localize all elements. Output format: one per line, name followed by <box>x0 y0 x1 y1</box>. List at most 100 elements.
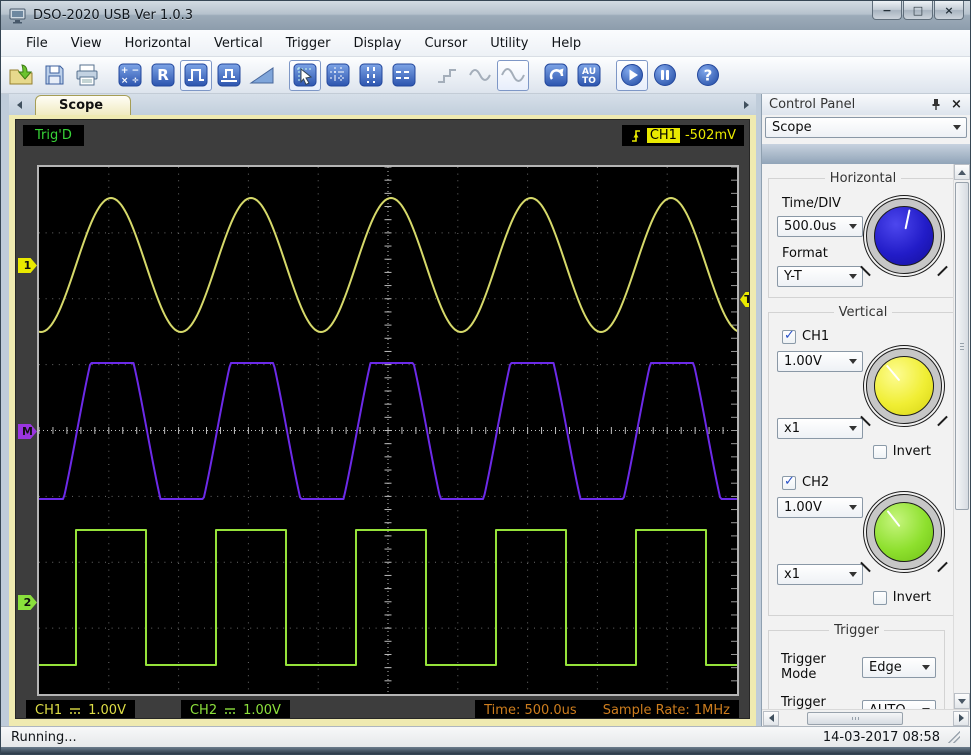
minimize-button[interactable]: − <box>872 1 902 20</box>
cursor-arrow-button[interactable] <box>289 59 321 91</box>
trigger-mode-label: Trigger Mode <box>781 652 826 682</box>
chevron-down-icon <box>917 658 935 677</box>
menu-view[interactable]: View <box>60 32 113 55</box>
pin-button[interactable] <box>927 97 944 113</box>
sine-wave-button-disabled[interactable] <box>497 59 529 91</box>
time-div-select[interactable]: 500.0us <box>777 216 863 237</box>
refresh-button[interactable] <box>540 60 572 91</box>
scroll-right-button[interactable] <box>953 710 969 726</box>
ch2-enable-checkbox[interactable] <box>782 474 796 490</box>
horizontal-cursors-button[interactable] <box>388 60 420 91</box>
math-zero-marker[interactable]: M <box>18 424 37 439</box>
chevron-down-icon <box>844 217 862 236</box>
panel-divider-strip <box>762 144 970 164</box>
ch1-zero-marker[interactable]: 1 <box>18 258 37 273</box>
scroll-left-button[interactable] <box>763 710 779 726</box>
trigger-mode-select[interactable]: Edge <box>862 656 936 678</box>
trigger-mode-row: Trigger Mode Edge <box>777 652 936 682</box>
horizontal-position-knob[interactable] <box>863 195 945 277</box>
toolbar-group-disabled-waves <box>431 59 529 91</box>
reference-icon: R <box>151 63 175 87</box>
ch2-readout: CH2 1.00V <box>180 700 290 718</box>
menu-utility[interactable]: Utility <box>479 32 539 55</box>
ch2-zero-marker[interactable]: 2 <box>18 595 37 610</box>
menu-trigger[interactable]: Trigger <box>275 32 342 55</box>
format-select[interactable]: Y-T <box>777 266 863 287</box>
vertical-cursors-icon <box>359 63 383 87</box>
resize-grip[interactable] <box>948 731 960 743</box>
trigger-sweep-select[interactable]: AUTO <box>862 699 936 709</box>
print-button[interactable] <box>71 60 103 91</box>
ch1-invert-checkbox[interactable] <box>872 444 887 459</box>
arrow-up-icon <box>958 169 966 175</box>
tab-scope[interactable]: Scope <box>35 95 132 115</box>
chevron-left-icon <box>17 101 22 109</box>
ch1-scale-select[interactable]: 1.00V <box>777 351 863 372</box>
trigger-edge-icon <box>631 129 640 142</box>
time-div-value: 500.0us <box>784 219 837 234</box>
vertical-scroll-track[interactable] <box>954 180 970 693</box>
step-wave-button-disabled[interactable] <box>431 60 463 91</box>
maximize-button[interactable]: □ <box>903 1 933 20</box>
horizontal-cursors-icon <box>392 63 416 87</box>
status-message: Running... <box>11 729 77 745</box>
panel-mode-select[interactable]: Scope <box>765 117 967 138</box>
reference-button[interactable]: R <box>147 60 179 91</box>
ch1-position-knob[interactable] <box>863 345 945 427</box>
ch2-invert-checkbox[interactable] <box>872 590 887 605</box>
trigger-level-value: -502mV <box>684 127 736 143</box>
vertical-scroll-thumb[interactable] <box>955 182 969 511</box>
ch2-scale-value: 1.00V <box>784 500 822 515</box>
menu-horizontal[interactable]: Horizontal <box>114 32 202 55</box>
run-button[interactable] <box>616 59 648 91</box>
scope-footer-bar: CH1 1.00V CH2 1.00V Time: 500.0us Sample… <box>16 699 749 718</box>
trigger-group: Trigger Trigger Mode Edge Trigger Sweep <box>768 623 945 709</box>
scroll-up-button[interactable] <box>954 164 970 180</box>
save-button[interactable] <box>38 60 70 91</box>
horizontal-scroll-track[interactable] <box>779 711 953 726</box>
menu-file[interactable]: File <box>15 32 59 55</box>
trigger-group-title: Trigger <box>834 623 879 638</box>
ch2-position-knob[interactable] <box>863 491 945 573</box>
sample-rate-value: Sample Rate: 1MHz <box>602 702 730 718</box>
ch1-readout-label: CH1 <box>35 702 63 718</box>
math-button[interactable]: + − × ÷ <box>114 60 146 91</box>
math-icon: + − × ÷ <box>118 63 142 87</box>
ch1-readout-scale: 1.00V <box>88 702 126 718</box>
format-label: Format <box>782 246 828 261</box>
ch2-scale-select[interactable]: 1.00V <box>777 497 863 518</box>
knob-face <box>874 206 934 266</box>
pulse-button[interactable] <box>180 59 212 91</box>
pulse-baseline-button[interactable] <box>213 60 245 91</box>
panel-scroll-content: Horizontal Time/DIV 500.0us Format Y-T V… <box>762 164 953 709</box>
ramp-button[interactable] <box>246 60 278 91</box>
ch2-probe-select[interactable]: x1 <box>777 564 863 585</box>
menu-display[interactable]: Display <box>343 32 413 55</box>
curve-wave-button-disabled[interactable] <box>464 60 496 91</box>
menu-vertical[interactable]: Vertical <box>203 32 274 55</box>
vertical-cursors-button[interactable] <box>355 60 387 91</box>
ch1-probe-select[interactable]: x1 <box>777 418 863 439</box>
tab-scroll-left-button[interactable] <box>12 97 27 113</box>
auto-setup-button[interactable]: AU TO <box>573 60 605 91</box>
trigger-level-marker[interactable]: T <box>740 292 749 307</box>
ch1-enable-checkbox[interactable] <box>782 328 796 344</box>
arrow-right-icon <box>958 714 964 722</box>
close-button[interactable]: × <box>934 1 964 20</box>
save-floppy-icon <box>45 65 64 85</box>
arrow-down-icon <box>958 698 966 704</box>
ch1-enable-label: CH1 <box>802 329 830 344</box>
pause-icon <box>654 64 676 86</box>
help-button[interactable]: ? <box>692 60 724 91</box>
pause-button[interactable] <box>649 60 681 91</box>
open-button[interactable] <box>5 60 37 91</box>
panel-close-button[interactable]: × <box>948 97 965 113</box>
tab-scroll-right-button[interactable] <box>739 97 754 113</box>
grid-button[interactable] <box>322 60 354 91</box>
toolbar: + − × ÷ R AU TO ? <box>1 57 970 94</box>
menu-help[interactable]: Help <box>540 32 592 55</box>
horizontal-scroll-thumb[interactable] <box>806 711 903 725</box>
menu-cursor[interactable]: Cursor <box>413 32 478 55</box>
scroll-down-button[interactable] <box>954 693 970 709</box>
panel-mode-value: Scope <box>772 120 812 135</box>
